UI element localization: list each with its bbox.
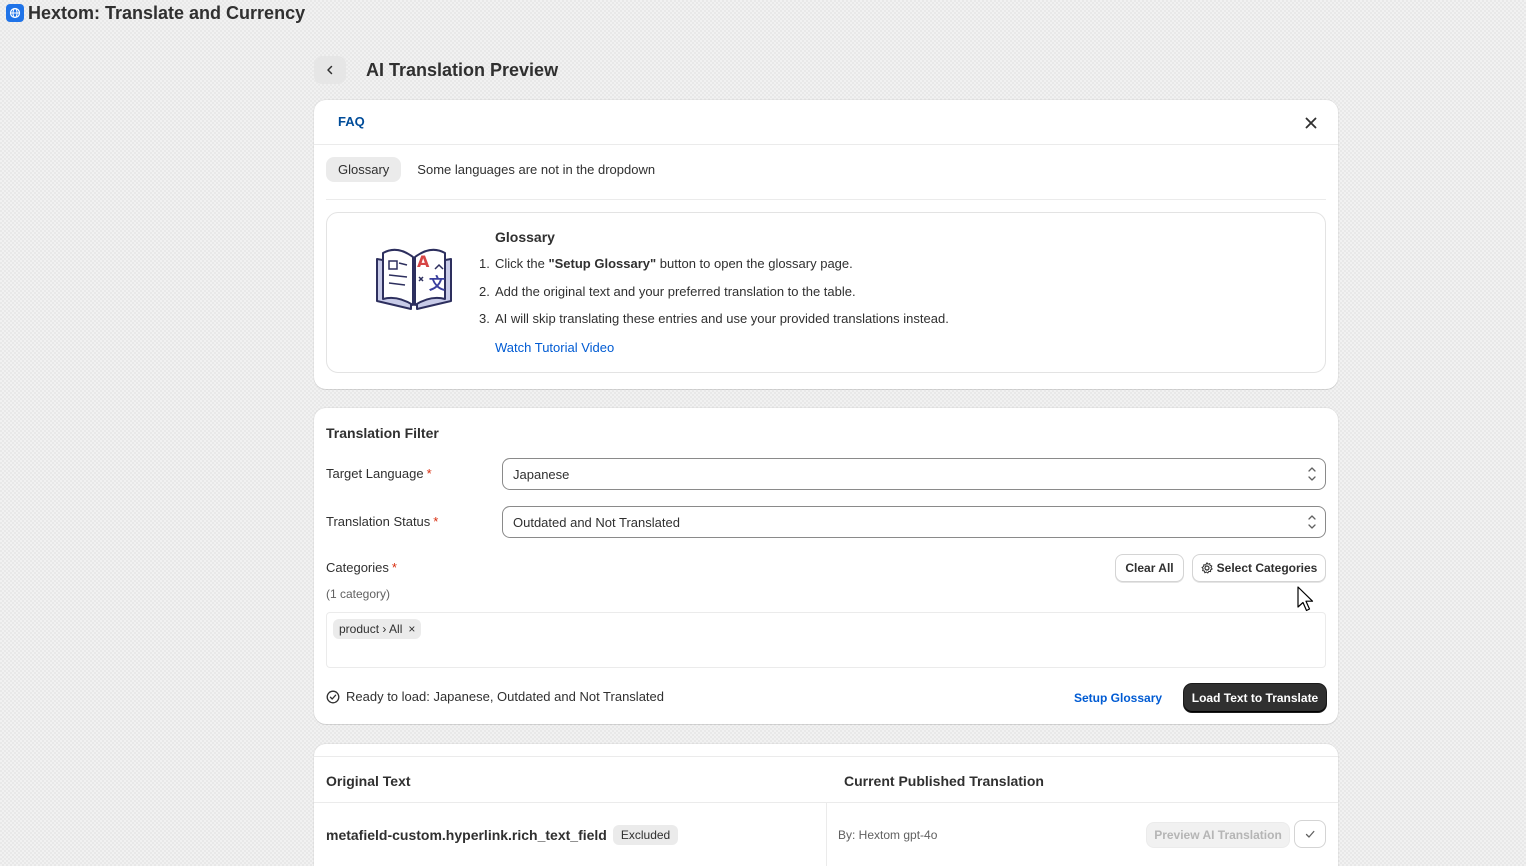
tab-glossary[interactable]: Glossary xyxy=(326,157,402,182)
column-header-current: Current Published Translation xyxy=(844,773,1044,789)
faq-title: FAQ xyxy=(338,114,365,129)
glossary-steps: 1. Click the "Setup Glossary" button to o… xyxy=(479,256,949,326)
glossary-content: Glossary 1. Click the "Setup Glossary" bu… xyxy=(479,229,949,355)
faq-tabs: Glossary Some languages are not in the d… xyxy=(326,157,667,182)
watch-tutorial-link[interactable]: Watch Tutorial Video xyxy=(495,340,614,355)
tab-languages-not-in-dropdown[interactable]: Some languages are not in the dropdown xyxy=(405,157,667,182)
translated-by: By: Hextom gpt-4o xyxy=(838,828,938,842)
select-arrows-icon xyxy=(1308,515,1316,529)
page-header: AI Translation Preview xyxy=(314,56,558,84)
page-title: AI Translation Preview xyxy=(366,59,559,80)
back-button[interactable] xyxy=(314,56,346,84)
load-text-button[interactable]: Load Text to Translate xyxy=(1184,684,1326,712)
glossary-step: 3. AI will skip translating these entries… xyxy=(479,311,949,326)
target-language-select[interactable]: Japanese xyxy=(502,458,1326,490)
remove-tag-button[interactable]: × xyxy=(408,622,415,636)
globe-icon xyxy=(6,4,24,22)
preview-ai-translation-button[interactable]: Preview AI Translation xyxy=(1146,822,1290,848)
translation-table: Original Text Current Published Translat… xyxy=(314,744,1338,866)
app-header: Hextom: Translate and Currency xyxy=(6,3,305,23)
select-arrows-icon xyxy=(1308,467,1316,481)
mouse-cursor-icon xyxy=(1297,586,1314,612)
ready-status: Ready to load: Japanese, Outdated and No… xyxy=(326,689,664,704)
translation-filter-card: Translation Filter Target Language * Japa… xyxy=(314,408,1338,724)
glossary-panel: A 文 Glossary 1. Click the "Setup Glossary… xyxy=(326,212,1326,373)
target-language-value: Japanese xyxy=(513,466,570,482)
category-tag: product › All × xyxy=(333,619,422,639)
column-header-original: Original Text xyxy=(326,773,411,789)
faq-card: FAQ Glossary Some languages are not in t… xyxy=(314,100,1338,389)
translation-book-icon: A 文 xyxy=(376,248,452,310)
excluded-badge: Excluded xyxy=(612,825,679,845)
table-row: metafield-custom.hyperlink.rich_text_fie… xyxy=(326,825,679,845)
glossary-heading: Glossary xyxy=(495,229,555,245)
approve-button[interactable] xyxy=(1294,820,1326,848)
close-faq-button[interactable] xyxy=(1300,112,1322,134)
category-count: (1 category) xyxy=(326,587,391,601)
divider xyxy=(314,144,1338,145)
original-key: metafield-custom.hyperlink.rich_text_fie… xyxy=(326,827,607,843)
glossary-step: 1. Click the "Setup Glossary" button to o… xyxy=(479,256,853,271)
category-tag-area: product › All × xyxy=(326,612,1326,668)
column-divider xyxy=(826,803,827,866)
translation-status-value: Outdated and Not Translated xyxy=(513,514,680,530)
glossary-step: 2. Add the original text and your preferr… xyxy=(479,283,856,299)
chevron-left-icon xyxy=(327,65,333,75)
table-header: Original Text Current Published Translat… xyxy=(314,756,1338,803)
svg-text:文: 文 xyxy=(429,274,446,293)
translation-status-label: Translation Status * xyxy=(326,514,439,529)
app-title: Hextom: Translate and Currency xyxy=(28,2,306,23)
clear-all-button[interactable]: Clear All xyxy=(1115,554,1184,582)
select-categories-button[interactable]: Select Categories xyxy=(1192,554,1326,582)
svg-text:A: A xyxy=(417,252,430,271)
filter-title: Translation Filter xyxy=(326,425,439,441)
divider xyxy=(326,199,1326,200)
categories-label: Categories * xyxy=(326,560,397,575)
close-icon xyxy=(1305,117,1317,129)
target-language-label: Target Language * xyxy=(326,466,432,481)
translation-status-select[interactable]: Outdated and Not Translated xyxy=(502,506,1326,538)
check-circle-icon xyxy=(326,690,340,703)
checkmark-icon xyxy=(1305,830,1315,838)
setup-glossary-link[interactable]: Setup Glossary xyxy=(1074,691,1162,705)
gear-icon xyxy=(1201,562,1213,574)
